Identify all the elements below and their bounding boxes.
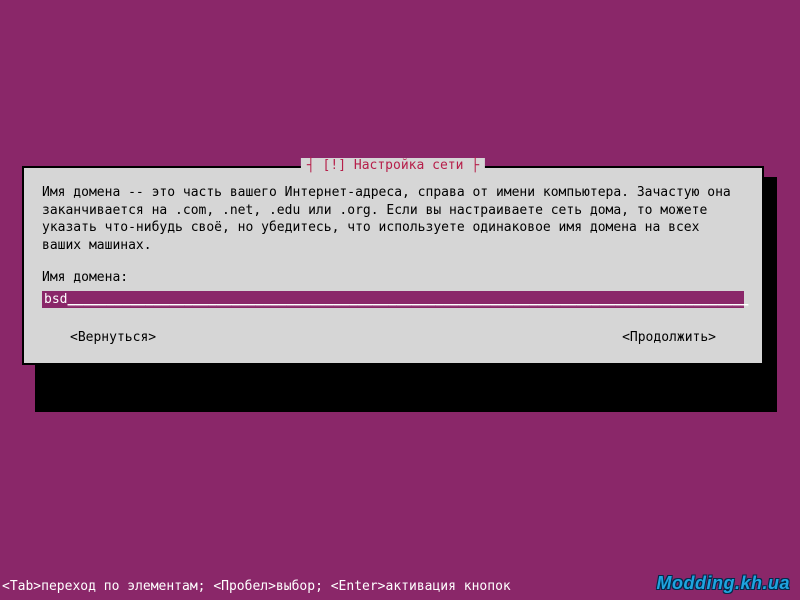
dialog-buttons: <Вернуться> <Продолжить> (42, 330, 744, 345)
help-bar: <Tab>переход по элементам; <Пробел>выбор… (2, 579, 511, 594)
input-underline: ________________________________________… (67, 292, 748, 307)
domain-name-input[interactable]: bsd_____________________________________… (42, 291, 744, 308)
network-config-dialog: ┤ [!] Настройка сети ├ Имя домена -- это… (22, 166, 764, 365)
dialog-title: ┤ [!] Настройка сети ├ (301, 158, 485, 173)
domain-name-label: Имя домена: (42, 270, 744, 285)
watermark: Modding.kh.ua (657, 573, 790, 594)
back-button[interactable]: <Вернуться> (70, 330, 156, 345)
continue-button[interactable]: <Продолжить> (622, 330, 716, 345)
dialog-description: Имя домена -- это часть вашего Интернет-… (42, 184, 744, 254)
input-value: bsd (44, 292, 67, 307)
